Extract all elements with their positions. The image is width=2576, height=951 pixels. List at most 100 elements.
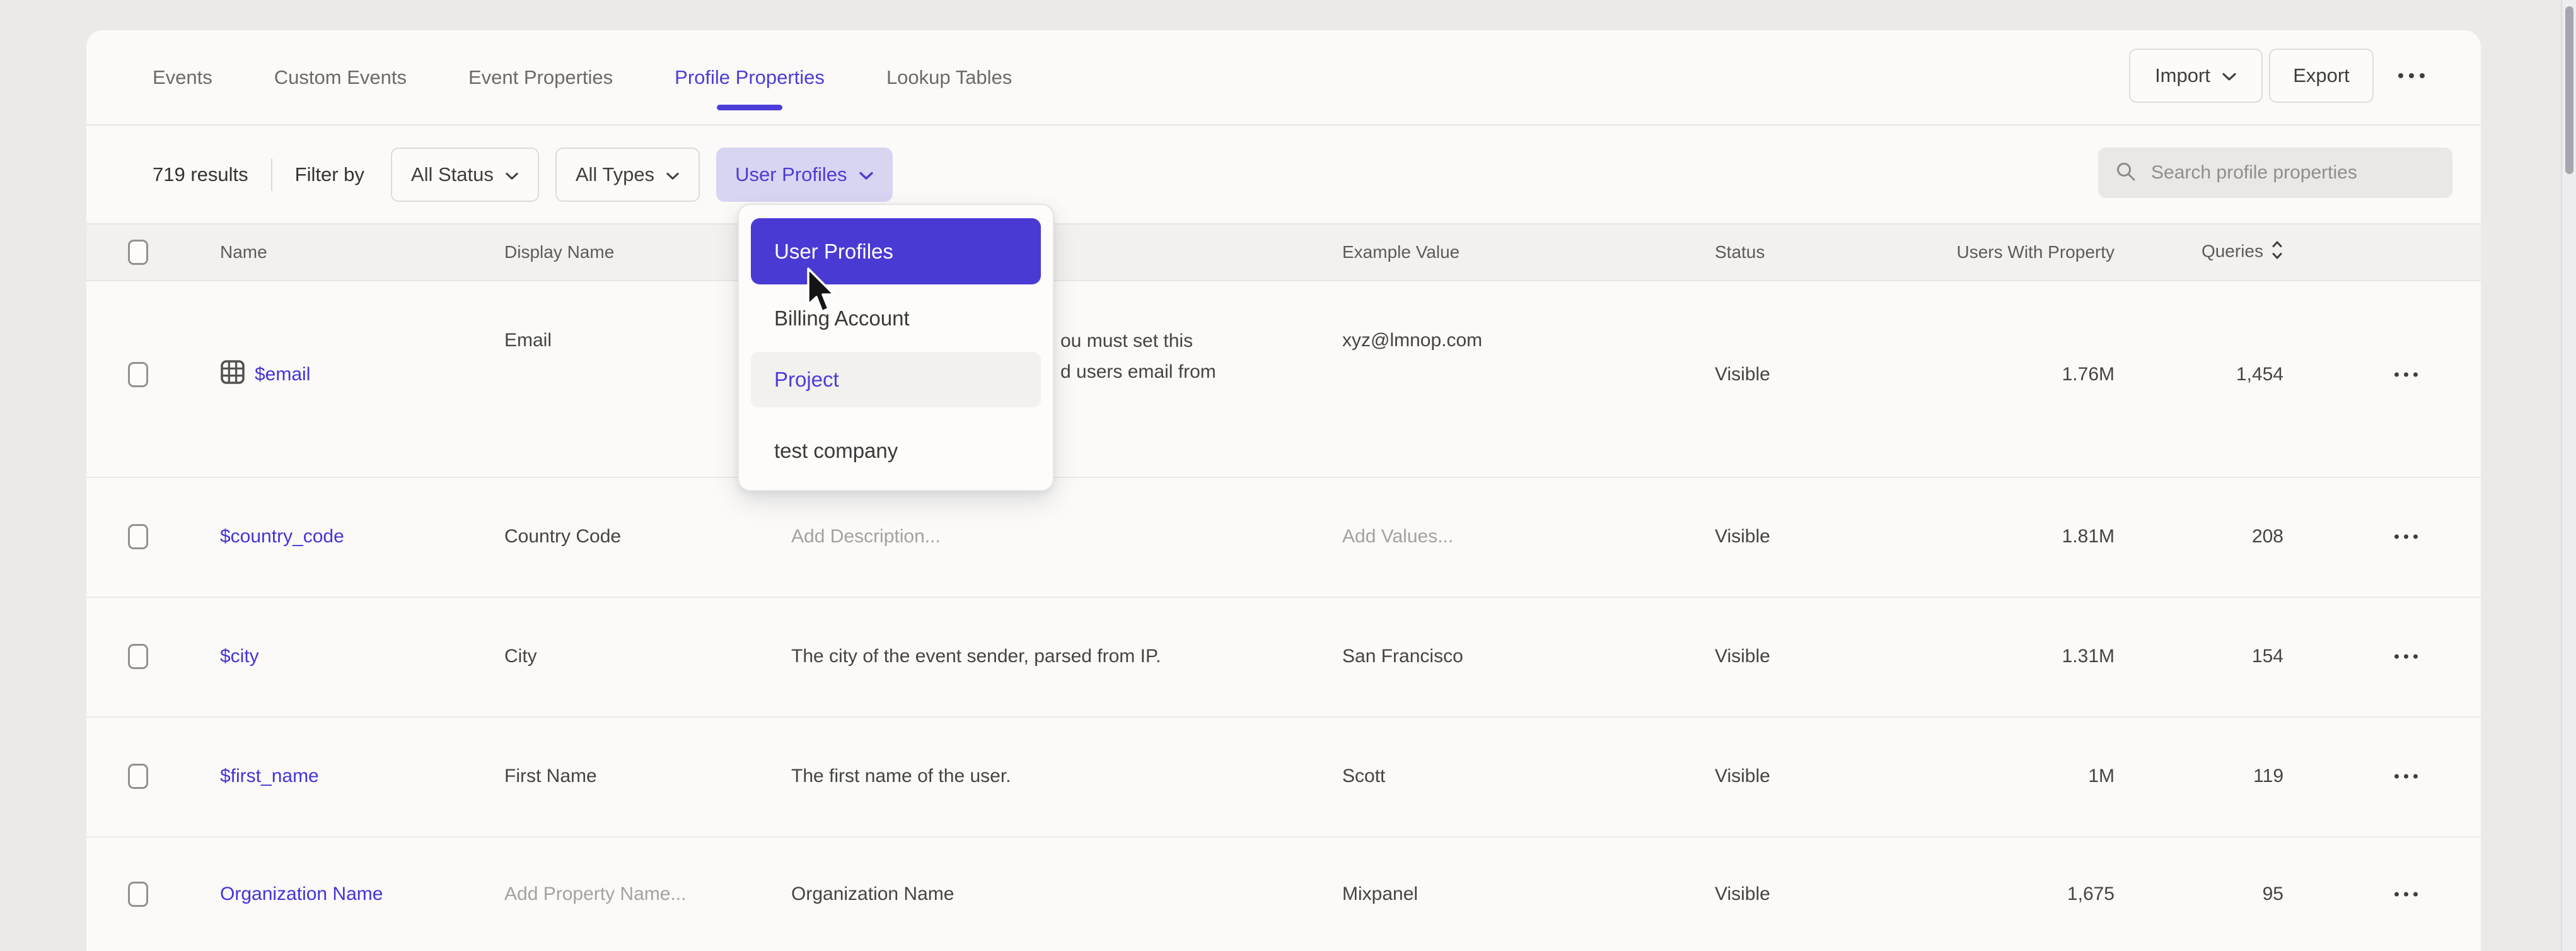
import-button[interactable]: Import <box>2129 49 2263 103</box>
profile-type-filter-button[interactable]: User Profiles <box>716 148 892 202</box>
more-options-button[interactable] <box>2387 49 2435 103</box>
search-bar[interactable] <box>2098 148 2452 198</box>
select-all-checkbox[interactable] <box>128 240 148 265</box>
content-card: Events Custom Events Event Properties Pr… <box>86 30 2481 951</box>
tab-bar: Events Custom Events Event Properties Pr… <box>86 30 2481 125</box>
results-count: 719 results <box>153 163 248 186</box>
display-name-cell[interactable]: City <box>504 646 537 667</box>
export-button-label: Export <box>2293 64 2350 87</box>
search-icon <box>2115 160 2137 186</box>
display-name-cell[interactable]: First Name <box>504 766 597 787</box>
queries-cell: 1,454 <box>2157 364 2283 385</box>
display-name-cell[interactable]: Country Code <box>504 526 621 547</box>
sort-icon[interactable] <box>2271 239 2283 266</box>
status-cell[interactable]: Visible <box>1715 646 1770 667</box>
display-name-cell[interactable]: Add Property Name... <box>504 884 686 905</box>
dropdown-item-test-company[interactable]: test company <box>739 430 1053 472</box>
property-name-link[interactable]: $country_code <box>220 526 344 547</box>
users-with-property-cell: 1.76M <box>1889 364 2115 385</box>
profile-type-dropdown: User Profiles Billing Account Project te… <box>738 204 1054 491</box>
ellipsis-icon <box>2394 535 2399 539</box>
row-menu-button[interactable] <box>2374 655 2437 659</box>
queries-cell: 154 <box>2157 646 2283 667</box>
users-with-property-cell: 1.31M <box>1889 646 2115 667</box>
ellipsis-icon <box>2394 373 2399 377</box>
status-cell[interactable]: Visible <box>1715 884 1770 905</box>
property-name-link[interactable]: $first_name <box>220 766 319 787</box>
example-value-cell[interactable]: Add Values... <box>1342 526 1453 547</box>
table-row: $email Email ou must set this d users em… <box>86 281 2481 478</box>
toolbar-divider <box>271 158 272 191</box>
profile-properties-page: Events Custom Events Event Properties Pr… <box>0 0 2576 951</box>
tab-events[interactable]: Events <box>153 66 212 89</box>
queries-cell: 95 <box>2157 884 2283 905</box>
type-filter-label: All Types <box>576 163 654 186</box>
chevron-down-icon <box>505 163 519 186</box>
dropdown-item-user-profiles[interactable]: User Profiles <box>751 218 1041 284</box>
row-menu-button[interactable] <box>2374 535 2437 539</box>
property-name-link[interactable]: $email <box>220 359 310 390</box>
filter-by-label: Filter by <box>295 163 364 186</box>
mouse-cursor-icon <box>806 267 837 317</box>
row-checkbox[interactable] <box>128 524 148 549</box>
description-cell[interactable]: Add Description... <box>791 526 941 547</box>
users-with-property-cell: 1,675 <box>1889 884 2115 905</box>
vertical-scrollbar-track[interactable] <box>2561 0 2576 951</box>
row-menu-button[interactable] <box>2374 774 2437 779</box>
row-checkbox[interactable] <box>128 882 148 907</box>
status-cell[interactable]: Visible <box>1715 364 1770 385</box>
chevron-down-icon <box>2222 64 2237 87</box>
tab-custom-events[interactable]: Custom Events <box>274 66 407 89</box>
table-row: $city City The city of the event sender,… <box>86 597 2481 718</box>
type-filter-button[interactable]: All Types <box>555 148 700 202</box>
column-header-name[interactable]: Name <box>220 242 267 262</box>
status-cell[interactable]: Visible <box>1715 766 1770 787</box>
column-header-status[interactable]: Status <box>1715 242 1765 262</box>
row-checkbox[interactable] <box>128 362 148 387</box>
vertical-scrollbar-thumb[interactable] <box>2565 6 2573 174</box>
import-button-label: Import <box>2155 64 2210 87</box>
description-cell[interactable]: The first name of the user. <box>791 766 1011 787</box>
table-row: $country_code Country Code Add Descripti… <box>86 477 2481 598</box>
status-cell[interactable]: Visible <box>1715 526 1770 547</box>
row-checkbox[interactable] <box>128 764 148 789</box>
row-menu-button[interactable] <box>2374 892 2437 897</box>
search-input[interactable] <box>2150 161 2430 184</box>
chevron-down-icon <box>859 163 874 186</box>
row-checkbox[interactable] <box>128 644 148 669</box>
column-header-queries[interactable]: Queries <box>2157 239 2283 266</box>
column-header-example-value[interactable]: Example Value <box>1342 242 1459 262</box>
column-header-display-name[interactable]: Display Name <box>504 242 614 262</box>
table-header: Name Display Name Example Value Status U… <box>86 223 2481 281</box>
table-grid-icon <box>220 359 245 390</box>
table-row: $first_name First Name The first name of… <box>86 716 2481 837</box>
dropdown-item-project[interactable]: Project <box>751 352 1041 407</box>
example-value-cell[interactable]: Scott <box>1342 766 1385 787</box>
queries-cell: 119 <box>2157 766 2283 787</box>
example-value-cell[interactable]: San Francisco <box>1342 646 1463 667</box>
column-header-users-with-property[interactable]: Users With Property <box>1889 242 2115 262</box>
description-cell[interactable]: Organization Name <box>791 884 954 905</box>
description-cell[interactable]: The city of the event sender, parsed fro… <box>791 646 1161 667</box>
example-value-cell[interactable]: xyz@lmnop.com <box>1342 330 1482 351</box>
export-button[interactable]: Export <box>2269 49 2374 103</box>
tab-profile-properties[interactable]: Profile Properties <box>675 66 825 89</box>
ellipsis-icon <box>2398 73 2403 78</box>
status-filter-label: All Status <box>411 163 494 186</box>
property-name-link[interactable]: Organization Name <box>220 884 383 905</box>
display-name-cell[interactable]: Email <box>504 330 552 351</box>
ellipsis-icon <box>2394 892 2399 897</box>
profile-type-filter-label: User Profiles <box>735 163 847 186</box>
ellipsis-icon <box>2394 774 2399 779</box>
row-menu-button[interactable] <box>2374 373 2437 377</box>
property-name-link[interactable]: $city <box>220 646 259 667</box>
tab-event-properties[interactable]: Event Properties <box>468 66 613 89</box>
tab-lookup-tables[interactable]: Lookup Tables <box>886 66 1012 89</box>
property-name: $email <box>255 364 310 385</box>
example-value-cell[interactable]: Mixpanel <box>1342 884 1418 905</box>
description-cell[interactable]: ou must set this d users email from <box>1060 325 1216 387</box>
users-with-property-cell: 1M <box>1889 766 2115 787</box>
dropdown-item-billing-account[interactable]: Billing Account <box>739 300 1053 337</box>
queries-cell: 208 <box>2157 526 2283 547</box>
status-filter-button[interactable]: All Status <box>391 148 539 202</box>
